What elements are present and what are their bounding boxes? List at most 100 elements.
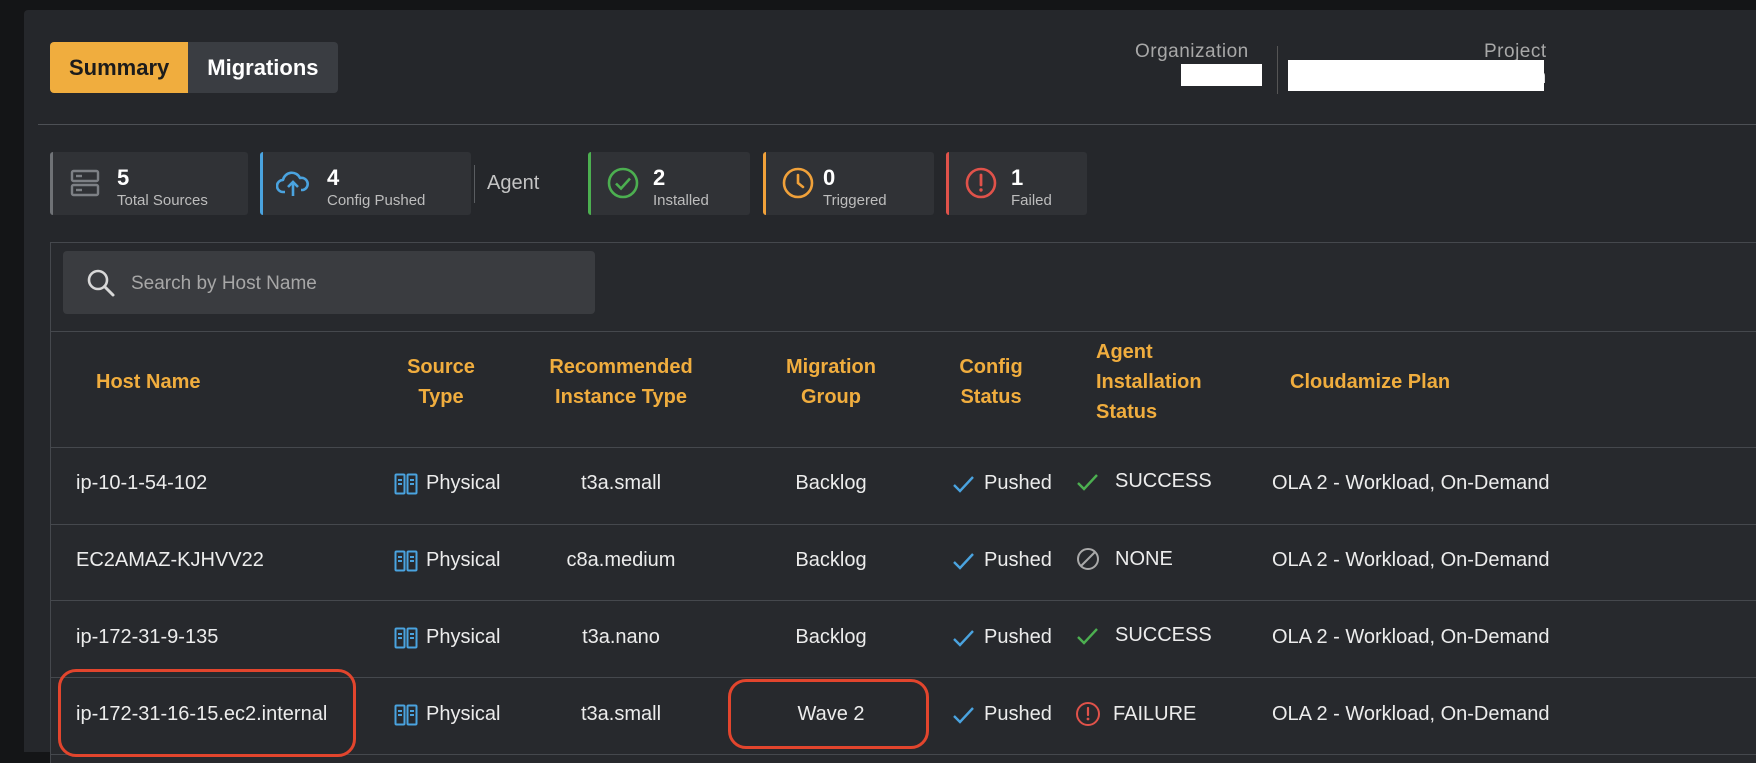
- cell-instance-type: c8a.medium: [566, 549, 676, 571]
- search-input[interactable]: [129, 267, 573, 301]
- alert-circle-icon: [1076, 702, 1100, 726]
- header-line: Config: [959, 356, 1023, 378]
- cell-migration-group: Backlog: [795, 549, 867, 571]
- source-type-label: Physical: [426, 549, 501, 571]
- source-type-label: Physical: [426, 703, 501, 725]
- cell-agent-status: SUCCESS: [1075, 470, 1212, 493]
- cell-config-status: Pushed: [952, 472, 1052, 495]
- cell-source-type: Physical: [394, 626, 500, 649]
- server-rack-icon: [394, 627, 418, 648]
- cell-cloudamize-plan: OLA 2 - Workload, On-Demand: [1272, 703, 1550, 725]
- cell-agent-status: FAILURE: [1075, 701, 1196, 727]
- stat-accent-bar: [763, 152, 766, 215]
- header-line: Migration: [786, 356, 876, 378]
- column-header-migration-group[interactable]: Migration Group: [751, 352, 911, 412]
- search-box[interactable]: [63, 251, 595, 314]
- column-header-agent-installation-status[interactable]: Agent Installation Status: [1096, 337, 1202, 427]
- stat-label: Total Sources: [117, 192, 208, 209]
- server-rack-icon: [394, 704, 418, 725]
- table-header-bottom-border: [51, 447, 1756, 448]
- stat-accent-bar: [588, 152, 591, 215]
- check-icon: [953, 706, 974, 724]
- header-line: Group: [801, 386, 861, 408]
- stat-value: 5: [117, 165, 130, 190]
- organization-value-redacted: [1181, 64, 1262, 86]
- cell-instance-type: t3a.small: [580, 703, 662, 725]
- project-value-trailing: n: [1535, 66, 1547, 88]
- stat-value: 2: [653, 165, 666, 190]
- column-header-host-name[interactable]: Host Name: [96, 367, 200, 397]
- row-divider: [51, 524, 1756, 525]
- cell-host-name: ip-10-1-54-102: [76, 472, 208, 494]
- check-icon: [953, 629, 974, 647]
- agent-status-label: SUCCESS: [1115, 470, 1212, 492]
- stat-accent-bar: [260, 152, 263, 215]
- stat-failed[interactable]: 1 Failed: [946, 152, 1087, 215]
- view-tabs: Summary Migrations: [50, 42, 338, 93]
- column-header-recommended-instance-type[interactable]: Recommended Instance Type: [521, 352, 721, 412]
- stat-label: Triggered: [823, 192, 887, 209]
- column-header-source-type[interactable]: Source Type: [381, 352, 501, 412]
- stat-config-pushed[interactable]: 4 Config Pushed: [260, 152, 471, 215]
- search-icon: [87, 269, 115, 297]
- cell-instance-type: t3a.small: [580, 472, 662, 494]
- stat-accent-bar: [946, 152, 949, 215]
- stat-value: 1: [1011, 165, 1024, 190]
- stat-accent-bar: [50, 152, 53, 215]
- tab-migrations[interactable]: Migrations: [188, 42, 338, 93]
- header-line: Instance Type: [555, 386, 687, 408]
- header-line: Recommended: [549, 356, 693, 378]
- host-name-highlight: [58, 669, 356, 757]
- ban-icon: [1077, 548, 1099, 570]
- source-type-label: Physical: [426, 472, 501, 494]
- cell-cloudamize-plan: OLA 2 - Workload, On-Demand: [1272, 472, 1550, 494]
- cell-source-type: Physical: [394, 549, 500, 572]
- config-status-label: Pushed: [984, 472, 1052, 494]
- stat-value: 0: [823, 165, 836, 190]
- cloud-upload-icon: [276, 171, 309, 196]
- column-header-config-status[interactable]: Config Status: [931, 352, 1051, 412]
- stat-label: Failed: [1011, 192, 1052, 209]
- alert-circle-icon: [965, 167, 997, 199]
- row-divider: [51, 600, 1756, 601]
- main-panel: Summary Migrations Organization Project …: [24, 10, 1756, 763]
- stat-label: Config Pushed: [327, 192, 426, 209]
- cell-config-status: Pushed: [952, 549, 1052, 572]
- stat-total-sources[interactable]: 5 Total Sources: [50, 152, 248, 215]
- check-icon: [1077, 627, 1098, 645]
- cell-cloudamize-plan: OLA 2 - Workload, On-Demand: [1272, 626, 1550, 648]
- cell-host-name: ip-172-31-9-135: [76, 626, 219, 648]
- server-rack-icon: [394, 473, 418, 494]
- cell-migration-group: Backlog: [795, 472, 867, 494]
- header-line: Type: [418, 386, 464, 408]
- clock-icon: [782, 167, 814, 199]
- cell-instance-type: t3a.nano: [582, 626, 660, 648]
- cell-source-type: Physical: [394, 703, 500, 726]
- header-divider: [1277, 46, 1278, 94]
- config-status-label: Pushed: [984, 626, 1052, 648]
- agent-status-label: SUCCESS: [1115, 624, 1212, 646]
- agent-status-label: FAILURE: [1113, 702, 1197, 725]
- server-rack-icon: [394, 550, 418, 571]
- header-line: Agent: [1096, 341, 1153, 363]
- header-separator: [38, 124, 1756, 125]
- check-icon: [953, 552, 974, 570]
- cell-host-name: EC2AMAZ-KJHVV22: [76, 549, 264, 571]
- column-header-cloudamize-plan[interactable]: Cloudamize Plan: [1290, 367, 1450, 397]
- stat-installed[interactable]: 2 Installed: [588, 152, 750, 215]
- header-line: Status: [1096, 401, 1158, 423]
- source-type-label: Physical: [426, 626, 501, 648]
- check-icon: [1077, 473, 1098, 491]
- agent-divider: [474, 165, 475, 203]
- agent-label: Agent: [487, 172, 540, 194]
- cell-config-status: Pushed: [952, 626, 1052, 649]
- header-line: Installation: [1096, 371, 1202, 393]
- stat-triggered[interactable]: 0 Triggered: [763, 152, 934, 215]
- table-header-top-border: [51, 331, 1756, 332]
- migration-group-highlight: [728, 679, 929, 749]
- tab-summary[interactable]: Summary: [50, 42, 189, 93]
- config-status-label: Pushed: [984, 703, 1052, 725]
- cell-cloudamize-plan: OLA 2 - Workload, On-Demand: [1272, 549, 1550, 571]
- cell-migration-group: Backlog: [795, 626, 867, 648]
- stat-value: 4: [327, 165, 340, 190]
